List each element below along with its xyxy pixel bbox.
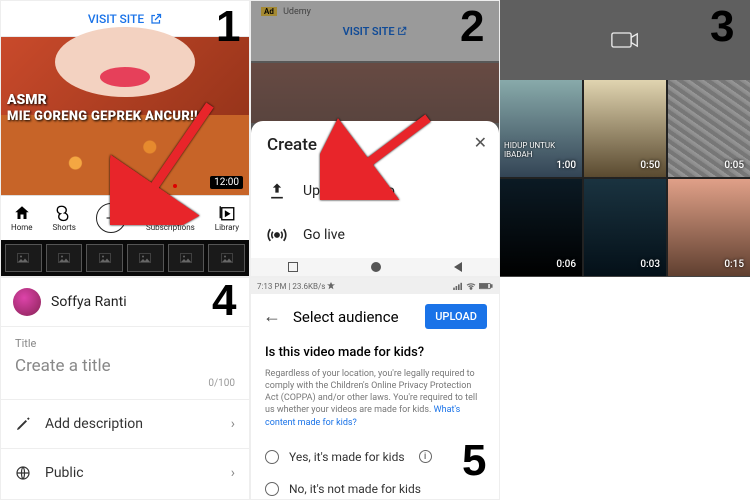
filmstrip-frame — [5, 244, 42, 272]
filmstrip-frame — [168, 244, 205, 272]
live-icon — [267, 225, 287, 245]
tile-duration: 0:50 — [640, 160, 660, 171]
audience-question: Is this video made for kids? — [265, 345, 485, 360]
status-bar: 7:13 PM | 23.6KB/s — [251, 278, 499, 294]
home-icon — [13, 204, 31, 222]
add-desc-label: Add description — [45, 416, 143, 432]
tile-duration: 0:15 — [724, 259, 744, 270]
step-number: 2 — [460, 2, 484, 52]
nav-library[interactable]: Library — [215, 204, 239, 232]
status-net: 23.6KB/s — [292, 282, 325, 291]
upload-label: Upload a video — [303, 183, 395, 199]
info-icon[interactable]: i — [419, 450, 432, 463]
panel-1-home: VISIT SITE ASMR MIE GORENG GEPREK ANCUR!… — [0, 0, 250, 277]
bottom-nav: Home Shorts + Subscriptions Library — [1, 195, 249, 240]
filmstrip-frame — [86, 244, 123, 272]
close-icon[interactable]: ✕ — [474, 133, 487, 152]
step-number: 4 — [212, 276, 236, 326]
radio-icon — [265, 450, 279, 464]
nav-shorts[interactable]: Shorts — [53, 204, 76, 232]
gallery-tile[interactable]: 0:15 — [668, 179, 750, 276]
external-link-icon — [150, 13, 162, 25]
create-bottom-sheet: Create ✕ Upload a video Go live — [251, 121, 499, 258]
go-live-row[interactable]: Go live — [267, 213, 483, 257]
audience-header: ← Select audience UPLOAD — [251, 294, 499, 339]
step-number: 3 — [710, 2, 734, 52]
upload-icon — [267, 181, 287, 201]
title-label: Title — [15, 337, 235, 350]
radio-no[interactable]: No, it's not made for kids — [265, 473, 485, 500]
visit-site-label: VISIT SITE — [88, 12, 144, 26]
gallery-tile[interactable]: HIDUP UNTUK IBADAH1:00 — [500, 80, 582, 177]
radio-yes[interactable]: Yes, it's made for kids i — [265, 441, 485, 473]
step-number: 5 — [462, 436, 486, 486]
nav-library-label: Library — [215, 223, 239, 232]
signal-icon — [453, 282, 463, 290]
gallery-tile[interactable]: 0:05 — [668, 80, 750, 177]
nav-home-label: Home — [11, 223, 33, 232]
avatar[interactable] — [13, 288, 41, 316]
duration-badge: 12:00 — [210, 176, 243, 189]
video-gallery: HIDUP UNTUK IBADAH1:00 0:50 0:05 0:06 0:… — [500, 80, 750, 276]
home-nav-icon[interactable] — [371, 262, 381, 272]
nav-subscriptions[interactable]: Subscriptions — [146, 204, 195, 232]
thumbnail-text-1: ASMR — [7, 92, 47, 108]
thumbnail-text-2: MIE GORENG GEPREK ANCUR!! — [7, 109, 198, 124]
char-counter: 0/100 — [15, 378, 235, 389]
username: Soffya Ranti — [51, 294, 127, 310]
filmstrip-frame — [46, 244, 83, 272]
tile-duration: 1:00 — [556, 160, 576, 171]
title-section[interactable]: Title Create a title 0/100 — [1, 326, 249, 399]
radio-no-label: No, it's not made for kids — [289, 482, 421, 496]
header-title: Select audience — [293, 308, 413, 326]
visibility-label: Public — [45, 465, 84, 481]
back-icon[interactable]: ← — [263, 306, 281, 327]
recents-icon[interactable] — [288, 262, 298, 272]
nav-home[interactable]: Home — [11, 204, 33, 232]
back-nav-icon[interactable] — [454, 262, 462, 272]
camera-icon — [611, 30, 639, 50]
audience-hint: Regardless of your location, you're lega… — [265, 368, 485, 429]
battery-icon — [479, 282, 493, 290]
status-time: 7:13 PM — [257, 282, 286, 291]
add-description-row[interactable]: Add description › — [1, 399, 249, 448]
step-number: 1 — [216, 2, 240, 52]
gallery-tile[interactable]: 0:03 — [584, 179, 666, 276]
shorts-icon — [55, 204, 73, 222]
system-nav — [251, 258, 499, 276]
radio-icon — [265, 482, 279, 496]
chevron-right-icon: › — [231, 465, 235, 481]
upload-video-row[interactable]: Upload a video — [267, 169, 483, 213]
visibility-row[interactable]: Public › — [1, 448, 249, 497]
globe-icon — [15, 465, 31, 481]
tile-duration: 0:05 — [724, 160, 744, 171]
subscriptions-icon — [161, 204, 179, 222]
wifi-icon — [466, 282, 476, 290]
nav-subs-label: Subscriptions — [146, 223, 195, 232]
pencil-icon — [15, 416, 31, 432]
filmstrip-frame — [208, 244, 245, 272]
tile-duration: 0:03 — [640, 259, 660, 270]
gallery-tile[interactable]: 0:50 — [584, 80, 666, 177]
upload-button[interactable]: UPLOAD — [425, 304, 487, 329]
nav-shorts-label: Shorts — [53, 223, 76, 232]
golive-label: Go live — [303, 227, 345, 243]
radio-yes-label: Yes, it's made for kids — [289, 450, 405, 464]
sheet-title: Create — [267, 135, 483, 155]
video-thumbnail[interactable]: ASMR MIE GORENG GEPREK ANCUR!! 12:00 — [1, 37, 249, 195]
gallery-tile[interactable]: 0:06 — [500, 179, 582, 276]
tile-duration: 0:06 — [556, 259, 576, 270]
filmstrip-frame — [127, 244, 164, 272]
create-button[interactable]: + — [96, 203, 126, 233]
title-input[interactable]: Create a title — [15, 356, 235, 376]
chevron-right-icon: › — [231, 416, 235, 432]
library-icon — [218, 204, 236, 222]
filmstrip — [1, 240, 249, 276]
